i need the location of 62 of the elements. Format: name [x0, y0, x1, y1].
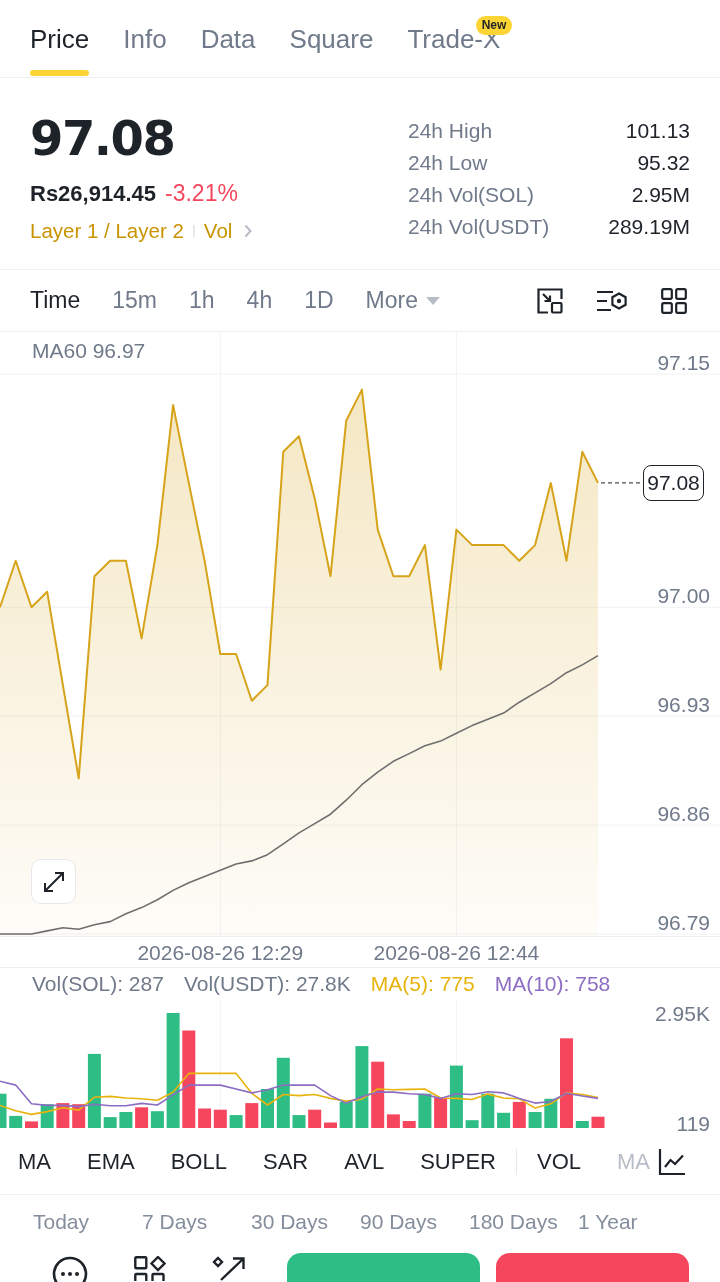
stat-label: 24h High	[408, 118, 493, 144]
period-label: 30 Days	[251, 1209, 330, 1234]
grid-icon[interactable]	[661, 287, 687, 314]
indicator-tab[interactable]: AVL	[344, 1149, 385, 1175]
interval-tab[interactable]: 4h	[246, 287, 273, 314]
period-label: Today	[33, 1209, 91, 1234]
axis-label: 2026-08-26 12:29	[137, 940, 304, 964]
price-leader-line	[600, 482, 643, 484]
arrow-frame-icon[interactable]	[537, 287, 563, 314]
stat-label: 24h Vol(SOL)	[408, 182, 535, 208]
interval-tab[interactable]: 1D	[304, 287, 334, 314]
period-label: 180 Days	[469, 1209, 559, 1234]
legend-label: Vol(USDT): 27.8K	[183, 972, 351, 996]
legend-label: Vol(SOL): 287	[32, 972, 164, 996]
axis-label: 96.93	[657, 692, 710, 716]
axis-label: 97.15	[657, 350, 710, 374]
period-label: 90 Days	[360, 1209, 439, 1234]
ellipsis-icon[interactable]	[52, 1256, 88, 1282]
period-label: 1 Year	[578, 1209, 639, 1234]
stat-value: 2.95M	[631, 182, 690, 208]
indicator-tab[interactable]: EMA	[87, 1149, 135, 1175]
indicator-tab[interactable]: SAR	[262, 1149, 309, 1175]
axis-label: 96.79	[657, 910, 710, 934]
interval-tab[interactable]: 15m	[112, 287, 157, 314]
axis-label: 96.86	[657, 801, 710, 825]
new-badge: New	[475, 16, 513, 35]
indicator-tab[interactable]: SUPER	[420, 1149, 496, 1175]
interval-tab[interactable]: More	[365, 287, 440, 314]
last-price: 97.08	[30, 110, 175, 166]
tab[interactable]: Info	[123, 0, 167, 77]
legend-label: MA(5): 775	[370, 972, 475, 996]
indicator-tab[interactable]: VOL	[536, 1149, 581, 1175]
trend-arrow-icon[interactable]	[212, 1256, 246, 1281]
tab[interactable]: Data	[200, 0, 256, 77]
ma-label: MA60 96.97	[32, 339, 146, 363]
price-change: -3.21%	[165, 179, 238, 208]
expand-button[interactable]	[31, 859, 76, 904]
stat-label: 24h Low	[408, 150, 488, 176]
period-label: 7 Days	[142, 1209, 209, 1234]
shapes-icon[interactable]	[134, 1256, 166, 1281]
tag-link[interactable]: Vol	[203, 216, 233, 246]
legend-label: MA(10): 758	[494, 972, 611, 996]
indicator-tab[interactable]: MA	[18, 1149, 51, 1175]
axis-label: 97.00	[657, 583, 710, 607]
stat-label: 24h Vol(USDT)	[408, 214, 550, 240]
tab[interactable]: Square	[289, 0, 374, 77]
axis-label: 119	[676, 1111, 710, 1135]
line-chart-icon[interactable]	[658, 1148, 686, 1176]
indicator-tab[interactable]: BOLL	[170, 1149, 227, 1175]
tab[interactable]: Price	[30, 0, 90, 77]
interval-tab[interactable]: Time	[30, 287, 81, 314]
axis-label: 2.95K	[655, 1001, 710, 1025]
last-price-tag: 97.08	[643, 464, 704, 501]
stat-value: 101.13	[625, 118, 690, 144]
stat-value: 95.32	[637, 150, 690, 176]
stat-value: 289.19M	[608, 214, 690, 240]
axis-label: 2026-08-26 12:44	[373, 940, 540, 964]
fiat-price: Rs26,914.45	[30, 180, 156, 208]
settings-icon[interactable]	[597, 288, 627, 313]
interval-tab[interactable]: 1h	[189, 287, 215, 314]
expand-icon	[42, 870, 65, 893]
tag-link[interactable]: Layer 1 / Layer 2	[30, 216, 184, 246]
